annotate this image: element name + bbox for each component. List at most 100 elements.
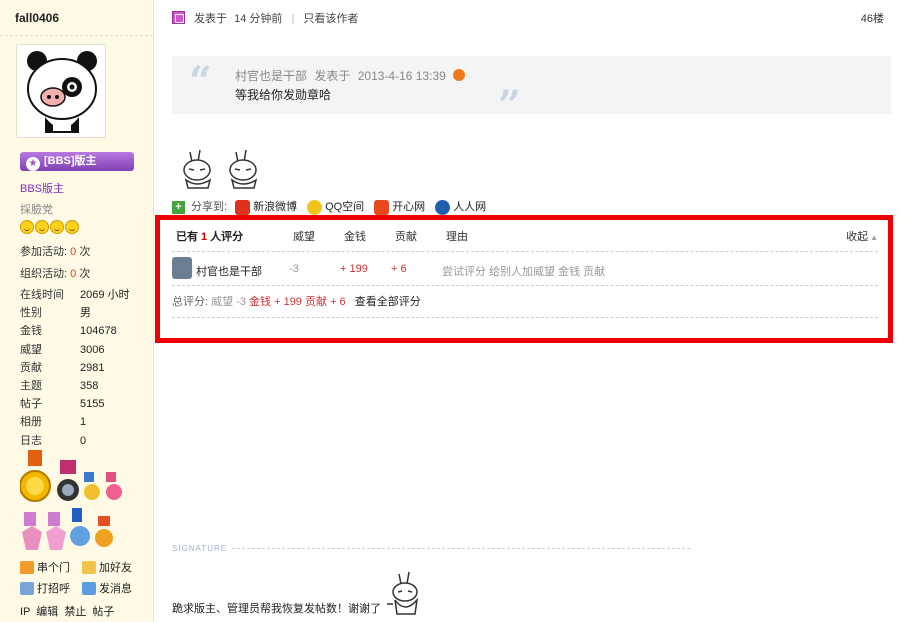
share-weibo[interactable]: 新浪微博 xyxy=(235,199,297,215)
group-name-link[interactable]: BBS版主 xyxy=(20,180,64,196)
rank-icons xyxy=(20,220,79,234)
floor-number[interactable]: 46楼 xyxy=(861,10,884,28)
send-message-link[interactable]: 发消息 xyxy=(82,580,132,596)
quote-meta: 村官也是干部 发表于 2013-4-16 13:39 xyxy=(235,67,466,84)
share-renren[interactable]: 人人网 xyxy=(435,199,486,215)
share-label: 分享到: xyxy=(191,201,228,213)
rabbit-emoticon-icon xyxy=(229,149,258,189)
posted-time: 14 分钟前 xyxy=(234,13,283,25)
rating-prestige: -3 xyxy=(289,263,299,275)
envelope-icon xyxy=(82,581,96,595)
signature-label: SIGNATURE xyxy=(172,544,228,553)
quote-author: 村官也是干部 xyxy=(235,69,308,83)
online-status-icon xyxy=(172,11,185,24)
total-contribution: + 6 xyxy=(330,296,346,308)
rating-total: 总评分: 威望 -3 金钱 + 199 贡献 + 6 查看全部评分 xyxy=(172,286,878,318)
stat-gender: 性别男 xyxy=(20,307,91,320)
visit-home-link[interactable]: 串个门 xyxy=(20,559,70,575)
close-quote-icon: ” xyxy=(498,82,522,129)
table-row: 村官也是干部 -3 + 199 + 6 尝试评分 给别人加威望 金钱 贡献 xyxy=(172,252,878,286)
rating-contribution: + 6 xyxy=(391,263,407,275)
smiley-icon xyxy=(65,220,79,234)
total-prestige-label: 威望 xyxy=(211,296,234,308)
smiley-icon xyxy=(35,220,49,234)
stat-posts: 帖子 5155 xyxy=(20,398,105,411)
total-contribution-label: 贡献 xyxy=(305,296,327,308)
smiley-icon xyxy=(50,220,64,234)
view-all-ratings-link[interactable]: 查看全部评分 xyxy=(355,296,421,308)
group-badge: ★ [BBS]版主 xyxy=(20,152,134,171)
ip-link[interactable]: IP xyxy=(20,606,30,618)
signature-divider xyxy=(232,548,690,549)
activity-join-count[interactable]: 0 xyxy=(70,246,76,258)
stat-money: 金钱 104678 xyxy=(20,325,117,338)
stat-online-time: 在线时间 2069 小时 xyxy=(20,289,130,301)
activity-join: 参加活动: 0 次 xyxy=(20,246,91,258)
medals-icon[interactable] xyxy=(19,450,132,554)
activity-organize: 组织活动: 0 次 xyxy=(20,268,91,280)
home-icon xyxy=(20,560,34,574)
stat-albums: 相册 1 xyxy=(20,416,87,429)
smiley-icon xyxy=(20,220,34,234)
jump-to-post-icon[interactable] xyxy=(453,69,466,81)
only-author-link[interactable]: 只看该作者 xyxy=(303,13,358,25)
user-stats: 在线时间 2069 小时 性别男 金钱 104678 威望 3006 贡献 2981 主… xyxy=(20,286,140,450)
qzone-icon xyxy=(307,199,323,215)
kaixin-icon xyxy=(374,199,390,215)
rating-header: 已有 1 人评分 威望 金钱 贡献 理由 收起 ▲ xyxy=(172,220,878,252)
col-prestige: 威望 xyxy=(293,231,315,243)
rater-name[interactable]: 村官也是干部 xyxy=(196,263,262,279)
quote-block: “ 村官也是干部 发表于 2013-4-16 13:39 等我给你发勋章哈 ” xyxy=(172,56,891,129)
stat-blogs: 日志 0 xyxy=(20,434,87,447)
posted-prefix: 发表于 xyxy=(194,13,228,25)
open-quote-icon: “ xyxy=(189,58,213,105)
group-badge-label: [BBS]版主 xyxy=(44,155,97,167)
rating-reason: 尝试评分 给别人加威望 金钱 贡献 xyxy=(442,266,606,278)
col-money: 金钱 xyxy=(344,231,366,243)
greet-icon xyxy=(20,581,34,595)
quote-text: 等我给你发勋章哈 xyxy=(235,88,332,102)
sub-group: 採臉党 xyxy=(20,204,53,216)
add-friend-icon xyxy=(82,560,96,574)
star-icon: ★ xyxy=(26,157,40,171)
activity-organize-count[interactable]: 0 xyxy=(70,268,76,280)
divider: | xyxy=(291,13,295,25)
greet-link[interactable]: 打招呼 xyxy=(20,580,70,596)
stat-threads: 主题 358 xyxy=(20,379,99,392)
share-qzone[interactable]: QQ空间 xyxy=(307,199,364,215)
rating-table: 已有 1 人评分 威望 金钱 贡献 理由 收起 ▲ 村官也是干部 -3 + 199 +… xyxy=(172,220,878,318)
rating-count: 已有 1 人评分 xyxy=(176,231,244,243)
col-reason: 理由 xyxy=(446,231,468,243)
crying-rabbit-icon xyxy=(387,571,419,615)
medal-list xyxy=(19,450,132,557)
share-bar: + 分享到: 新浪微博 QQ空间 开心网 人人网 xyxy=(172,199,496,215)
author-sidebar: fall0406 ★ [BBS]版主 BBS版主 採臉党 参加活动: 0 次 组织… xyxy=(0,0,154,622)
share-kaixin[interactable]: 开心网 xyxy=(374,199,425,215)
renren-icon xyxy=(435,199,451,215)
collapse-ratings-button[interactable]: 收起 ▲ xyxy=(846,220,878,255)
author-name[interactable]: fall0406 xyxy=(0,0,153,36)
stat-prestige: 威望 3006 xyxy=(20,343,105,356)
post-header: 发表于 14 分钟前 | 只看该作者 46楼 xyxy=(172,10,884,28)
posts-link[interactable]: 帖子 xyxy=(92,606,114,618)
total-prestige: -3 xyxy=(236,296,246,308)
edit-link[interactable]: 编辑 xyxy=(36,606,58,618)
collapse-arrow-icon: ▲ xyxy=(870,233,878,242)
rating-panel-highlight: 已有 1 人评分 威望 金钱 贡献 理由 收起 ▲ 村官也是干部 -3 + 199 +… xyxy=(155,215,893,343)
avatar[interactable] xyxy=(16,44,106,138)
stat-contribution: 贡献 2981 xyxy=(20,361,105,374)
quote-datetime: 2013-4-16 13:39 xyxy=(357,69,446,83)
ban-link[interactable]: 禁止 xyxy=(64,606,86,618)
rating-money: + 199 xyxy=(340,263,368,275)
admin-links: IP 编辑 禁止 帖子 xyxy=(20,603,114,619)
user-actions-row-1: 串个门 加好友 xyxy=(20,559,150,575)
rater-avatar[interactable] xyxy=(172,257,192,279)
total-money: + 199 xyxy=(274,296,302,308)
rabbit-emoticon-icon xyxy=(183,149,212,189)
user-actions-row-2: 打招呼 发消息 xyxy=(20,580,150,596)
weibo-icon xyxy=(235,199,251,215)
quote-posted-label: 发表于 xyxy=(314,69,351,83)
add-friend-link[interactable]: 加好友 xyxy=(82,559,132,575)
col-contribution: 贡献 xyxy=(395,231,417,243)
total-money-label: 金钱 xyxy=(249,296,272,308)
